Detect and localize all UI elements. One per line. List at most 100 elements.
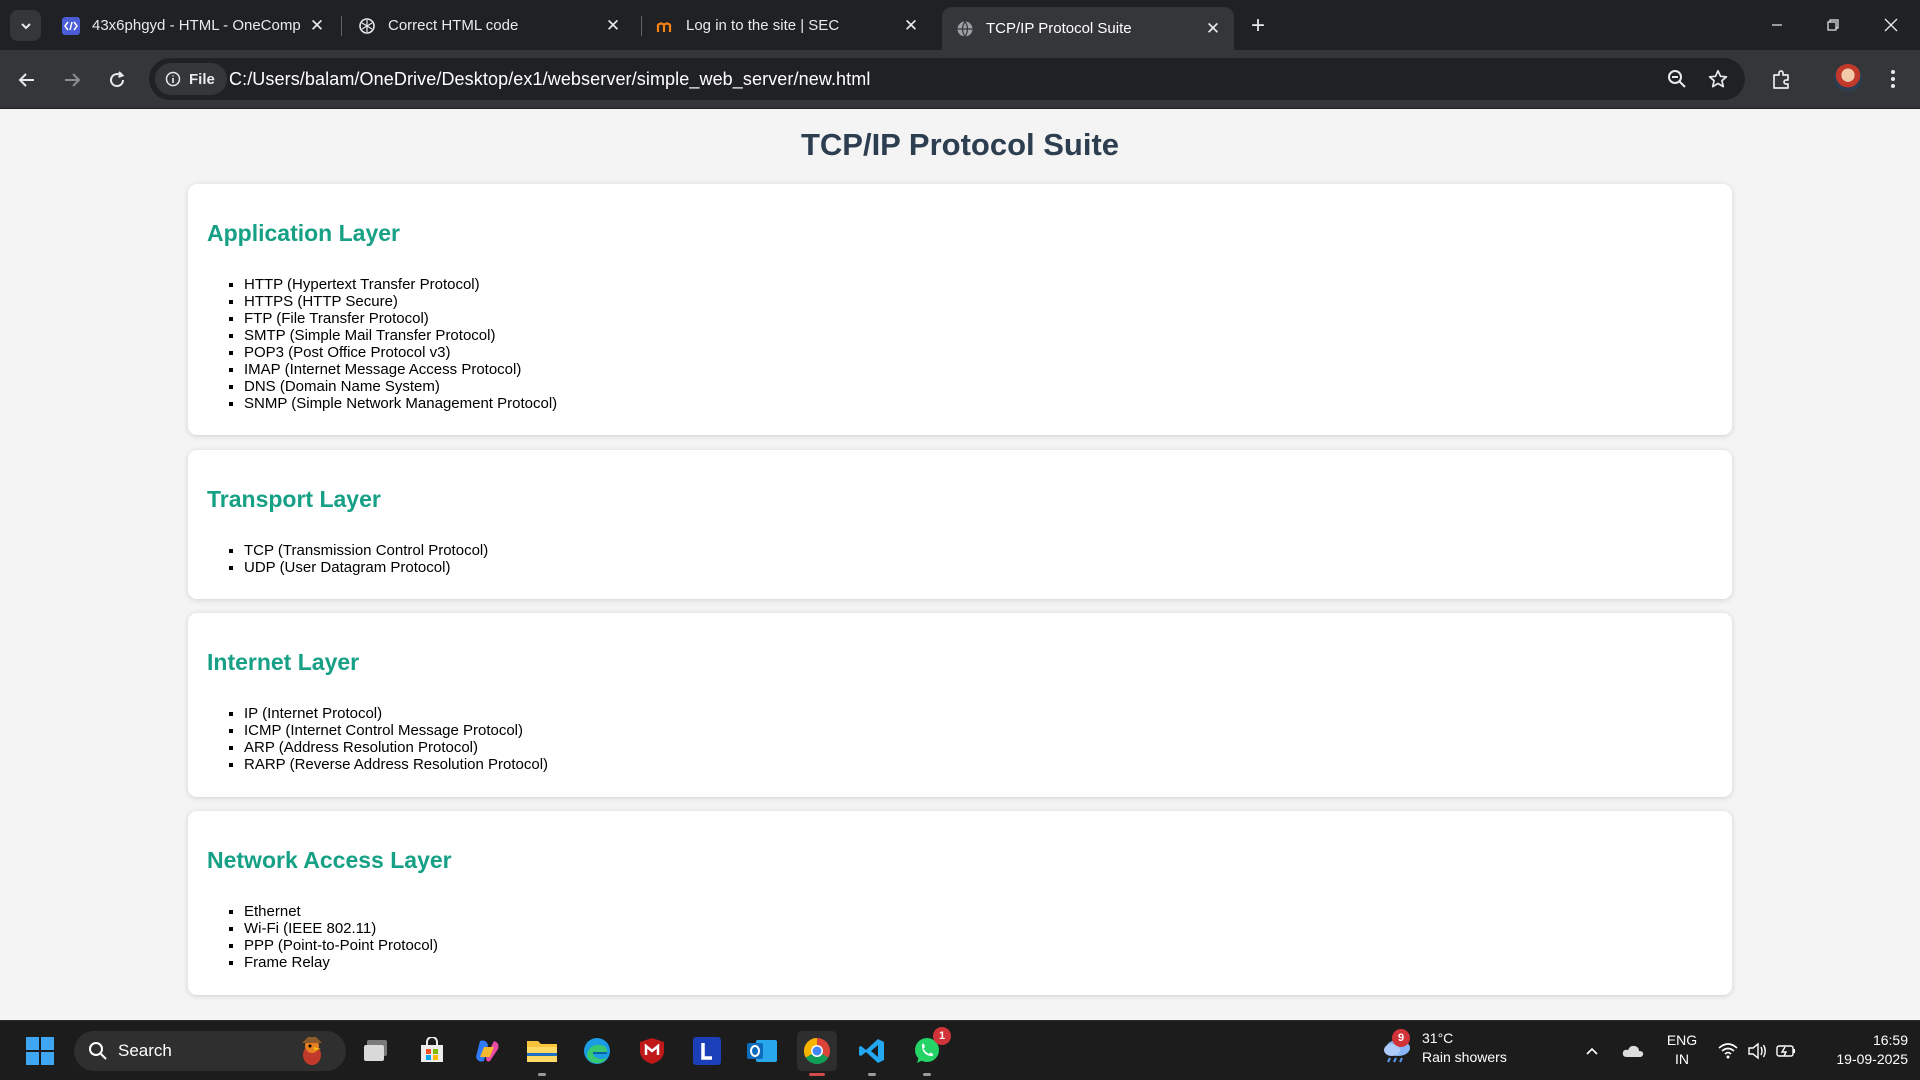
close-icon[interactable]: ✕ <box>1204 19 1222 38</box>
weather-widget[interactable]: 9 31°C Rain showers <box>1380 1029 1507 1067</box>
list-item: SMTP (Simple Mail Transfer Protocol) <box>244 327 557 344</box>
address-bar[interactable]: File C:/Users/balam/OneDrive/Desktop/ex1… <box>149 58 1745 100</box>
browser-tab-bar: 43x6phgyd - HTML - OneComp ✕ Correct HTM… <box>0 0 1920 50</box>
layer-card-network-access: Network Access Layer Ethernet Wi-Fi (IEE… <box>188 811 1732 995</box>
whatsapp-button[interactable]: 1 <box>907 1027 951 1076</box>
start-button[interactable] <box>20 1031 60 1071</box>
onedrive-cloud-icon[interactable] <box>1621 1039 1645 1063</box>
volume-icon[interactable] <box>1745 1039 1769 1063</box>
minimize-button[interactable] <box>1754 8 1800 42</box>
list-item: DNS (Domain Name System) <box>244 378 557 395</box>
tab-title: TCP/IP Protocol Suite <box>986 20 1132 37</box>
tab-tcpip-active[interactable]: TCP/IP Protocol Suite ✕ <box>942 7 1234 50</box>
microsoft-store-icon <box>421 1037 443 1062</box>
arrow-left-icon <box>18 73 34 87</box>
profile-avatar[interactable] <box>1834 64 1862 92</box>
show-hidden-icons-chevron-icon[interactable] <box>1580 1039 1604 1063</box>
info-icon <box>165 71 181 87</box>
search-icon <box>89 1042 107 1060</box>
list-item: UDP (User Datagram Protocol) <box>244 559 488 576</box>
microsoft-store-button[interactable] <box>412 1031 452 1071</box>
tab-separator <box>341 16 342 36</box>
tab-title: 43x6phgyd - HTML - OneComp <box>92 17 301 34</box>
windows-taskbar: Search 1 9 31°C Rain showers ENG IN 16:5… <box>0 1020 1920 1080</box>
protocol-list: Ethernet Wi-Fi (IEEE 802.11) PPP (Point-… <box>244 903 438 971</box>
tab-search-button[interactable] <box>10 10 41 41</box>
list-item: Frame Relay <box>244 954 438 971</box>
tab-onecompiler[interactable]: 43x6phgyd - HTML - OneComp ✕ <box>48 7 338 44</box>
list-item: FTP (File Transfer Protocol) <box>244 310 557 327</box>
list-item: Wi-Fi (IEEE 802.11) <box>244 920 438 937</box>
wifi-icon[interactable] <box>1716 1039 1740 1063</box>
zoom-icon[interactable] <box>1665 67 1689 91</box>
tab-title: Correct HTML code <box>388 17 519 34</box>
edge-icon <box>584 1038 610 1064</box>
mcafee-icon <box>640 1038 664 1064</box>
file-explorer-button[interactable] <box>522 1031 562 1076</box>
minimize-icon <box>1772 24 1782 26</box>
temperature: 31°C <box>1422 1030 1454 1046</box>
running-indicator <box>923 1073 931 1076</box>
close-window-button[interactable] <box>1868 8 1914 42</box>
reload-button[interactable] <box>101 64 133 96</box>
outlook-button[interactable] <box>742 1031 782 1071</box>
chevron-down-icon <box>20 22 31 29</box>
close-icon[interactable]: ✕ <box>308 16 326 35</box>
l-app-button[interactable] <box>687 1031 727 1071</box>
mcafee-button[interactable] <box>632 1031 672 1071</box>
running-indicator <box>868 1073 876 1076</box>
list-item: PPP (Point-to-Point Protocol) <box>244 937 438 954</box>
close-icon[interactable]: ✕ <box>604 16 622 35</box>
page-viewport: TCP/IP Protocol Suite Application Layer … <box>0 110 1920 1020</box>
tab-moodle[interactable]: Log in to the site | SEC ✕ <box>642 7 932 44</box>
bookmark-star-icon[interactable] <box>1706 67 1730 91</box>
task-view-button[interactable] <box>357 1031 397 1071</box>
site-info-chip[interactable]: File <box>155 63 227 95</box>
chatgpt-icon <box>358 17 376 35</box>
taskbar-search[interactable]: Search <box>74 1031 346 1071</box>
extensions-icon[interactable] <box>1766 63 1798 95</box>
back-button[interactable] <box>11 64 43 96</box>
vscode-icon <box>859 1039 884 1063</box>
chrome-button[interactable] <box>797 1031 837 1076</box>
layer-card-application: Application Layer HTTP (Hypertext Transf… <box>188 184 1732 435</box>
copilot-icon <box>476 1040 499 1062</box>
weather-condition: Rain showers <box>1422 1049 1507 1065</box>
list-item: ICMP (Internet Control Message Protocol) <box>244 722 548 739</box>
list-item: SNMP (Simple Network Management Protocol… <box>244 395 557 412</box>
tab-chatgpt[interactable]: Correct HTML code ✕ <box>344 7 634 44</box>
new-tab-button[interactable]: + <box>1244 12 1272 40</box>
list-item: ARP (Address Resolution Protocol) <box>244 739 548 756</box>
notification-badge: 1 <box>933 1027 951 1045</box>
browser-toolbar: File C:/Users/balam/OneDrive/Desktop/ex1… <box>0 50 1920 109</box>
clock[interactable]: 16:59 19-09-2025 <box>1812 1031 1908 1069</box>
list-item: RARP (Reverse Address Resolution Protoco… <box>244 756 548 773</box>
rain-cloud-icon: 9 <box>1380 1029 1414 1065</box>
language-line2: IN <box>1675 1051 1689 1067</box>
language-indicator[interactable]: ENG IN <box>1662 1031 1702 1069</box>
arrow-right-icon <box>65 73 81 87</box>
list-item: POP3 (Post Office Protocol v3) <box>244 344 557 361</box>
file-chip-label: File <box>189 70 215 88</box>
onecompiler-icon <box>62 16 80 35</box>
close-icon[interactable]: ✕ <box>902 16 920 35</box>
search-highlight-icon <box>294 1035 330 1067</box>
edge-button[interactable] <box>577 1031 617 1071</box>
menu-kebab-icon[interactable] <box>1877 63 1909 95</box>
weather-badge: 9 <box>1392 1029 1410 1047</box>
vscode-button[interactable] <box>852 1031 892 1076</box>
url-text[interactable]: C:/Users/balam/OneDrive/Desktop/ex1/webs… <box>229 69 870 90</box>
globe-icon <box>956 20 974 38</box>
protocol-list: IP (Internet Protocol) ICMP (Internet Co… <box>244 705 548 773</box>
copilot-button[interactable] <box>467 1031 507 1071</box>
restore-button[interactable] <box>1810 8 1856 42</box>
protocol-list: HTTP (Hypertext Transfer Protocol) HTTPS… <box>244 276 557 412</box>
clock-time: 16:59 <box>1872 1032 1908 1048</box>
protocol-list: TCP (Transmission Control Protocol) UDP … <box>244 542 488 576</box>
chrome-icon <box>803 1037 830 1065</box>
forward-button[interactable] <box>56 64 88 96</box>
battery-icon[interactable] <box>1774 1039 1798 1063</box>
list-item: Ethernet <box>244 903 438 920</box>
weather-text: 31°C Rain showers <box>1422 1029 1507 1067</box>
list-item: HTTPS (HTTP Secure) <box>244 293 557 310</box>
